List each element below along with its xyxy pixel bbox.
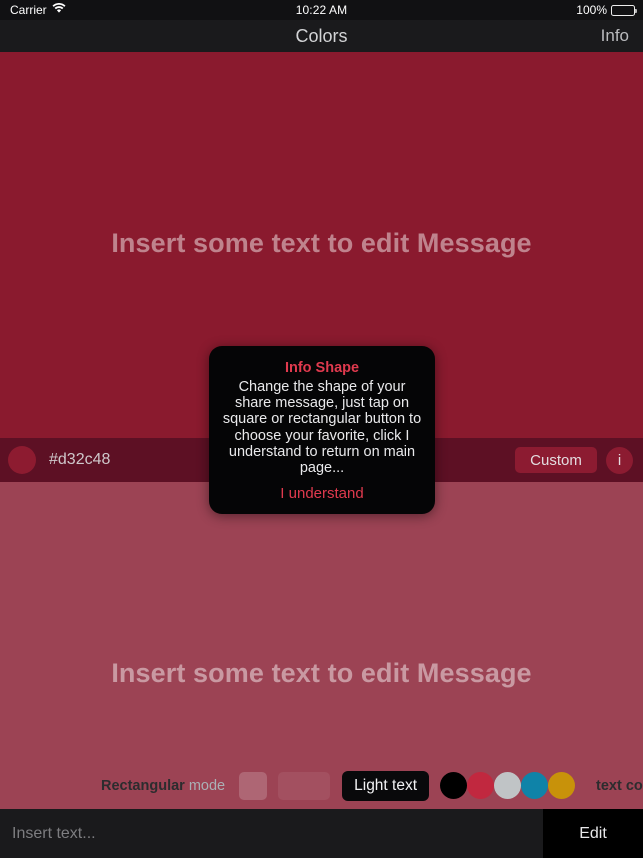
message-canvas-bottom[interactable]: Insert some text to edit Message (0, 482, 643, 809)
color-dot-light-gray[interactable] (494, 772, 522, 799)
custom-color-button[interactable]: Custom (515, 447, 597, 473)
square-shape-button[interactable] (239, 771, 268, 800)
app-screen: Carrier 10:22 AM 100% Colors Info Insert… (0, 0, 643, 858)
shape-mode-name: Rectangular (101, 777, 185, 794)
status-bar: Carrier 10:22 AM 100% (0, 0, 643, 20)
input-bar: Insert text... Edit (0, 809, 643, 858)
color-swatch[interactable] (8, 446, 36, 474)
battery-percent-label: 100% (576, 3, 607, 17)
color-dot-gold[interactable] (548, 772, 576, 799)
shape-mode-label: Rectangular mode (101, 778, 225, 794)
shape-mode-suffix: mode (184, 777, 226, 794)
page-title: Colors (295, 25, 348, 46)
hex-value-label: #d32c48 (49, 451, 111, 468)
nav-bar: Colors Info (0, 20, 643, 52)
battery-full-icon (611, 4, 637, 16)
text-color-label: text color (596, 777, 643, 794)
color-dot-black[interactable] (440, 772, 468, 799)
message-placeholder-bottom: Insert some text to edit Message (111, 658, 532, 688)
text-color-swatches (440, 772, 576, 799)
dialog-title: Info Shape (284, 360, 360, 376)
rectangle-shape-button[interactable] (278, 771, 331, 800)
dialog-body: Change the shape of your share message, … (222, 379, 422, 477)
info-nav-button[interactable]: Info (601, 26, 629, 46)
message-placeholder-top: Insert some text to edit Message (111, 228, 532, 258)
tool-row: Rectangular mode Light text text color (0, 762, 643, 809)
text-input[interactable]: Insert text... (0, 809, 543, 858)
color-dot-teal[interactable] (521, 772, 549, 799)
status-bar-right: 100% (576, 3, 637, 17)
edit-button[interactable]: Edit (543, 809, 643, 858)
status-bar-time: 10:22 AM (295, 3, 348, 17)
info-dialog: Info Shape Change the shape of your shar… (209, 346, 435, 514)
info-icon-button[interactable]: i (606, 446, 633, 474)
light-text-button[interactable]: Light text (342, 770, 430, 801)
color-dot-red[interactable] (467, 772, 495, 799)
dialog-confirm-button[interactable]: I understand (209, 485, 435, 502)
